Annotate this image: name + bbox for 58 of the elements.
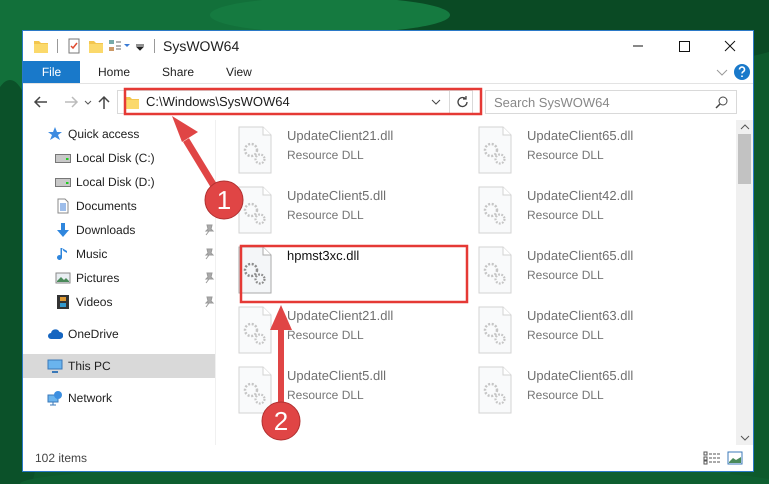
file-name[interactable]: UpdateClient65.dll [527, 246, 634, 266]
sidebar-item[interactable]: Music [23, 242, 165, 266]
help-icon[interactable] [731, 61, 753, 83]
ribbon-tab[interactable]: Home [84, 61, 144, 83]
search-icon [715, 95, 729, 109]
picture-icon [55, 270, 71, 286]
sidebar-item[interactable]: Quick access [23, 122, 165, 146]
star-icon [47, 126, 63, 142]
callout-number: 2 [274, 406, 288, 436]
file-type: Resource DLL [527, 206, 604, 224]
file-name[interactable]: UpdateClient65.dll [527, 126, 634, 146]
film-icon [55, 294, 71, 310]
file-type: Resource DLL [287, 206, 364, 224]
ribbon-tab[interactable]: View [212, 61, 266, 83]
file-type: Resource DLL [527, 146, 604, 164]
file-type: Resource DLL [527, 266, 604, 284]
large-icons-view-icon[interactable] [727, 451, 743, 465]
window-title: SysWOW64 [163, 36, 240, 56]
download-icon [55, 222, 71, 238]
sidebar-item[interactable]: Documents [23, 194, 165, 218]
file-name[interactable]: UpdateClient21.dll [287, 126, 394, 146]
status-text: 102 items [35, 450, 88, 467]
document-icon [55, 198, 71, 214]
file-name[interactable]: UpdateClient63.dll [527, 306, 634, 326]
search-field[interactable]: Search SysWOW64 [485, 90, 737, 114]
callout-badge [262, 402, 300, 440]
sidebar-item[interactable]: Downloads [23, 218, 165, 242]
network-icon [47, 390, 63, 406]
address-bar[interactable]: C:\Windows\SysWOW64 [117, 90, 473, 114]
sidebar-item[interactable]: OneDrive [23, 322, 165, 346]
monitor-icon [47, 358, 63, 374]
scrollbar[interactable] [736, 120, 753, 445]
file-type: Resource DLL [287, 386, 364, 404]
file-name[interactable]: UpdateClient42.dll [527, 186, 634, 206]
sidebar-item[interactable]: This PC [23, 354, 215, 378]
sidebar-item[interactable]: Local Disk (D:) [23, 170, 165, 194]
properties-icon[interactable] [66, 38, 82, 54]
file-name[interactable]: UpdateClient5.dll [287, 186, 386, 206]
file-type: Resource DLL [287, 326, 364, 344]
sidebar-item[interactable]: Network [23, 386, 165, 410]
address-path: C:\Windows\SysWOW64 [146, 93, 290, 112]
sidebar-item[interactable]: Pictures [23, 266, 165, 290]
arrow [172, 116, 217, 188]
callout-number: 1 [216, 185, 232, 215]
details-view-icon[interactable] [703, 451, 721, 465]
ribbon-tab[interactable]: File [23, 61, 80, 83]
scrollbar-thumb[interactable] [738, 134, 751, 184]
file-type: Resource DLL [287, 146, 364, 164]
file-type: Resource DLL [527, 326, 604, 344]
file-type: Resource DLL [527, 386, 604, 404]
file-name[interactable]: UpdateClient65.dll [527, 366, 634, 386]
ribbon-tab[interactable]: Share [148, 61, 208, 83]
callout-badge [204, 180, 244, 220]
file-name[interactable]: UpdateClient5.dll [287, 366, 386, 386]
file-name[interactable]: hpmst3xc.dll [287, 246, 360, 266]
sidebar-item[interactable]: Local Disk (C:) [23, 146, 165, 170]
file-name[interactable]: UpdateClient21.dll [287, 306, 394, 326]
sidebar-item[interactable]: Videos [23, 290, 165, 314]
